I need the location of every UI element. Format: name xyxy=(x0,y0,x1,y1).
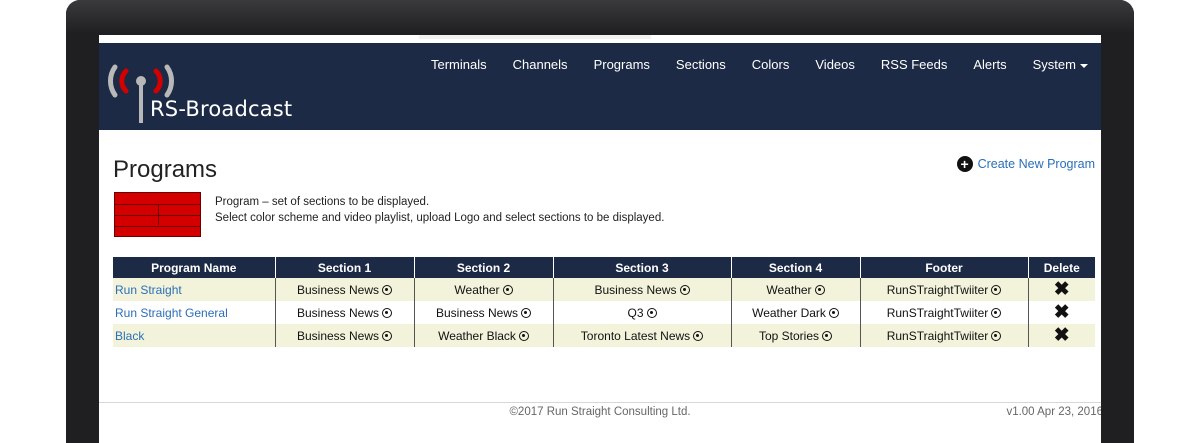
nav-channels[interactable]: Channels xyxy=(500,57,581,73)
nav-system-dropdown[interactable]: System xyxy=(1020,57,1101,73)
dot-circle-icon[interactable] xyxy=(822,330,833,341)
delete-x-icon[interactable]: ✖ xyxy=(1054,302,1070,323)
version-text: v1.00 Apr 23, 2016 xyxy=(1006,406,1101,418)
table-row: Run Straight General Business News Busin… xyxy=(113,301,1095,324)
footer-value: RunSTraightTwiiter xyxy=(886,282,989,297)
nav-system-label: System xyxy=(1032,57,1076,72)
dot-circle-icon[interactable] xyxy=(679,284,690,295)
section-3-cell[interactable]: Toronto Latest News xyxy=(552,324,731,347)
header-section-3[interactable]: Section 3 xyxy=(552,257,731,278)
header-program-name[interactable]: Program Name xyxy=(113,257,275,278)
dot-circle-icon[interactable] xyxy=(991,307,1002,318)
table-row: Run Straight Business News Weather Busin… xyxy=(113,278,1095,301)
section-3-value: Toronto Latest News xyxy=(580,328,691,343)
nav-videos[interactable]: Videos xyxy=(802,57,868,73)
delete-x-icon[interactable]: ✖ xyxy=(1054,279,1070,300)
program-name-link[interactable]: Black xyxy=(115,329,144,343)
section-2-value: Business News xyxy=(435,305,519,320)
main-nav: Terminals Channels Programs Sections Col… xyxy=(418,57,1101,73)
bezel-shine xyxy=(66,0,1134,34)
app-screen: RS-Broadcast Terminals Channels Programs… xyxy=(99,35,1101,443)
table-header-row: Program Name Section 1 Section 2 Section… xyxy=(113,257,1095,278)
page-description: Program – set of sections to be displaye… xyxy=(215,194,664,226)
dot-circle-icon[interactable] xyxy=(646,307,657,318)
app-name: RS-Broadcast xyxy=(150,97,293,121)
description-line-2: Select color scheme and video playlist, … xyxy=(215,212,665,224)
section-1-value: Business News xyxy=(296,282,380,297)
section-1-cell[interactable]: Business News xyxy=(274,278,414,301)
header-section-4[interactable]: Section 4 xyxy=(730,257,860,278)
nav-terminals[interactable]: Terminals xyxy=(418,57,500,73)
section-4-cell[interactable]: Weather Dark xyxy=(730,301,860,324)
dot-circle-icon[interactable] xyxy=(521,307,532,318)
section-4-value: Weather xyxy=(766,282,812,297)
program-layout-icon xyxy=(114,192,201,237)
section-1-cell[interactable]: Business News xyxy=(274,324,414,347)
dot-circle-icon[interactable] xyxy=(991,284,1002,295)
nav-alerts[interactable]: Alerts xyxy=(960,57,1019,73)
section-2-value: Weather xyxy=(454,282,500,297)
footer-cell[interactable]: RunSTraightTwiiter xyxy=(859,324,1028,347)
section-2-cell[interactable]: Business News xyxy=(413,301,553,324)
dot-circle-icon[interactable] xyxy=(382,307,393,318)
header-delete: Delete xyxy=(1027,257,1095,278)
section-4-value: Weather Dark xyxy=(752,305,826,320)
nav-colors[interactable]: Colors xyxy=(739,57,803,73)
footer-value: RunSTraightTwiiter xyxy=(886,328,989,343)
section-2-cell[interactable]: Weather xyxy=(413,278,553,301)
copyright-text: ©2017 Run Straight Consulting Ltd. xyxy=(509,406,691,418)
nav-rss-feeds[interactable]: RSS Feeds xyxy=(868,57,960,73)
dot-circle-icon[interactable] xyxy=(828,307,839,318)
page-title: Programs xyxy=(113,156,218,183)
app-logo[interactable]: RS-Broadcast xyxy=(107,53,297,131)
dot-circle-icon[interactable] xyxy=(518,330,529,341)
header-section-2[interactable]: Section 2 xyxy=(413,257,553,278)
program-name-link[interactable]: Run Straight xyxy=(115,283,182,297)
section-1-value: Business News xyxy=(296,305,380,320)
caret-down-icon xyxy=(1079,63,1088,68)
plus-circle-icon: + xyxy=(956,156,973,172)
section-1-cell[interactable]: Business News xyxy=(274,301,414,324)
header-footer[interactable]: Footer xyxy=(859,257,1028,278)
section-3-value: Q3 xyxy=(627,305,644,320)
dot-circle-icon[interactable] xyxy=(382,284,393,295)
section-2-value: Weather Black xyxy=(438,328,516,343)
top-navbar: RS-Broadcast Terminals Channels Programs… xyxy=(99,35,1101,130)
dot-circle-icon[interactable] xyxy=(502,284,513,295)
description-line-1: Program – set of sections to be displaye… xyxy=(215,196,430,208)
footer-divider xyxy=(99,402,1101,403)
dot-circle-icon[interactable] xyxy=(814,284,825,295)
create-new-program-label: Create New Program xyxy=(977,157,1095,171)
header-section-1[interactable]: Section 1 xyxy=(274,257,414,278)
delete-x-icon[interactable]: ✖ xyxy=(1054,325,1070,346)
table-row: Black Business News Weather Black Toront… xyxy=(113,324,1095,347)
footer-cell[interactable]: RunSTraightTwiiter xyxy=(859,301,1028,324)
programs-table: Program Name Section 1 Section 2 Section… xyxy=(113,257,1095,347)
footer-cell[interactable]: RunSTraightTwiiter xyxy=(859,278,1028,301)
section-3-cell[interactable]: Q3 xyxy=(552,301,731,324)
section-3-value: Business News xyxy=(594,282,677,297)
section-1-value: Business News xyxy=(296,328,380,343)
dot-circle-icon[interactable] xyxy=(382,330,393,341)
nav-sections[interactable]: Sections xyxy=(663,57,739,73)
program-name-link[interactable]: Run Straight General xyxy=(115,306,228,320)
section-3-cell[interactable]: Business News xyxy=(552,278,731,301)
footer-value: RunSTraightTwiiter xyxy=(886,305,989,320)
section-4-cell[interactable]: Top Stories xyxy=(730,324,860,347)
dot-circle-icon[interactable] xyxy=(991,330,1002,341)
dot-circle-icon[interactable] xyxy=(693,330,704,341)
section-4-cell[interactable]: Weather xyxy=(730,278,860,301)
section-2-cell[interactable]: Weather Black xyxy=(413,324,553,347)
create-new-program-button[interactable]: + Create New Program xyxy=(956,156,1095,172)
section-4-value: Top Stories xyxy=(758,328,820,343)
nav-programs[interactable]: Programs xyxy=(581,57,663,73)
